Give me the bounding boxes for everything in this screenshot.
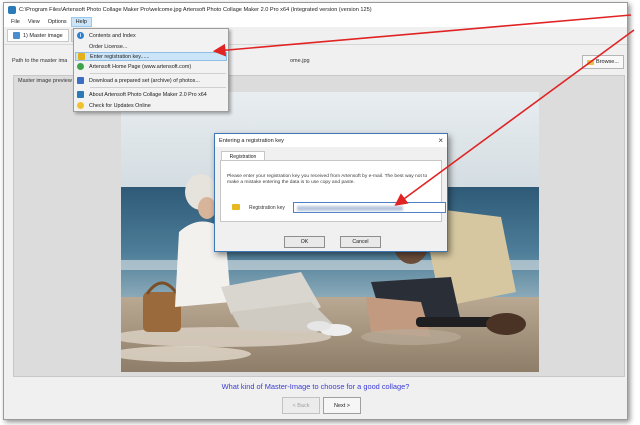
blurred-key-text (297, 206, 403, 211)
dialog-body: Please enter your registration key you r… (220, 160, 446, 222)
dialog-info-text: Please enter your registration key you r… (227, 174, 428, 185)
title-bar: C:\Program Files\Artensoft Photo Collage… (4, 3, 627, 17)
path-label: Path to the master ima (12, 58, 68, 64)
bulb-icon (77, 102, 84, 109)
step-tab-label: 1) Master image (23, 32, 63, 39)
cancel-button[interactable]: Cancel (340, 236, 381, 248)
preview-label: Master image preview (18, 78, 72, 84)
menu-separator (90, 87, 226, 88)
globe-icon (77, 63, 84, 70)
step-master-image-tab[interactable]: 1) Master image (7, 29, 69, 42)
menu-file[interactable]: File (7, 17, 24, 27)
registration-key-dialog: Entering a registration key × Registrati… (214, 133, 448, 252)
key-icon (78, 53, 85, 60)
dialog-title-bar: Entering a registration key × (215, 134, 447, 147)
menu-item-home-page[interactable]: Artensoft Home Page (www.artensoft.com) (75, 62, 227, 71)
download-icon (77, 77, 84, 84)
menu-item-download-photos[interactable]: Download a prepared set (archive) of pho… (75, 76, 227, 85)
browse-label: Browse... (596, 59, 619, 65)
dialog-title: Entering a registration key (219, 137, 284, 144)
menu-item-check-updates[interactable]: Check for Updates Online (75, 101, 227, 110)
about-icon (77, 91, 84, 98)
registration-key-input[interactable] (293, 202, 446, 213)
ok-button[interactable]: OK (284, 236, 325, 248)
menu-view[interactable]: View (24, 17, 44, 27)
app-icon (8, 6, 16, 14)
help-menu-dropdown: i Contents and Index Order License... En… (73, 28, 229, 112)
menu-help[interactable]: Help (70, 17, 92, 27)
registration-key-label: Registration key (249, 205, 285, 211)
menu-bar: File View Options Help (4, 17, 627, 27)
key-icon (232, 204, 240, 210)
menu-item-order-license[interactable]: Order License... (75, 42, 227, 51)
master-image-help-link[interactable]: What kind of Master-Image to choose for … (4, 382, 627, 391)
app-window: C:\Program Files\Artensoft Photo Collage… (3, 2, 628, 420)
menu-item-enter-registration-key[interactable]: Enter registration key...... (75, 52, 227, 61)
browse-button[interactable]: Browse... (582, 55, 624, 69)
close-icon[interactable]: × (438, 136, 443, 145)
menu-separator (90, 73, 226, 74)
path-file: ome.jpg (290, 58, 310, 64)
back-button[interactable]: < Back (282, 397, 320, 414)
next-button[interactable]: Next > (323, 397, 361, 414)
menu-item-about[interactable]: About Artensoft Photo Collage Maker 2.0 … (75, 90, 227, 99)
folder-icon (587, 59, 595, 65)
blank-icon (77, 43, 84, 50)
menu-item-contents[interactable]: i Contents and Index (75, 31, 227, 40)
info-icon: i (77, 32, 84, 39)
image-icon (13, 32, 20, 39)
window-title: C:\Program Files\Artensoft Photo Collage… (19, 7, 372, 13)
menu-options[interactable]: Options (44, 17, 71, 27)
